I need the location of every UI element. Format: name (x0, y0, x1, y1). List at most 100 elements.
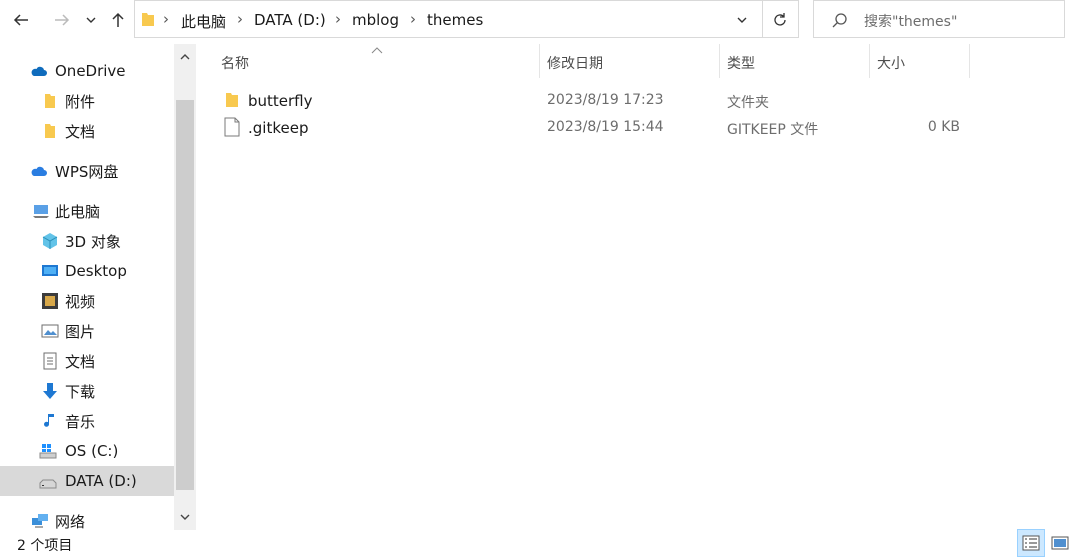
address-dropdown-button[interactable] (729, 7, 755, 33)
search-box[interactable]: 搜索"themes" (813, 0, 1065, 38)
video-icon (42, 293, 58, 309)
chevron-right-icon: › (335, 10, 341, 28)
sidebar-item-label: DATA (D:) (65, 472, 137, 490)
sidebar-item-data-drive[interactable]: DATA (D:) (0, 466, 174, 496)
sidebar-item-network[interactable]: 网络 (0, 507, 174, 535)
details-view-icon (1022, 535, 1040, 551)
sidebar-item-desktop[interactable]: Desktop (0, 257, 174, 285)
up-button[interactable] (105, 6, 131, 34)
column-header-name[interactable]: 名称 (221, 53, 249, 73)
sidebar-item-os-drive[interactable]: OS (C:) (0, 437, 174, 465)
refresh-icon (774, 13, 786, 26)
sidebar-item-label: WPS网盘 (55, 162, 119, 181)
file-modified: 2023/8/19 17:23 (547, 92, 664, 108)
address-bar[interactable]: › 此电脑 › DATA (D:) › mblog › themes (134, 0, 799, 38)
file-modified: 2023/8/19 15:44 (547, 119, 664, 135)
network-icon (32, 514, 48, 528)
breadcrumb-themes[interactable]: themes (427, 11, 483, 29)
column-divider[interactable] (869, 44, 870, 78)
chevron-up-icon (180, 54, 190, 60)
column-header-type[interactable]: 类型 (727, 53, 755, 73)
chevron-down-icon (180, 514, 190, 520)
sidebar-item-attachments[interactable]: 附件 (0, 87, 174, 115)
cloud-icon (31, 66, 47, 76)
file-name: butterfly (248, 92, 313, 110)
arrow-left-icon (13, 14, 28, 26)
chevron-right-icon: › (410, 10, 416, 28)
sidebar-item-label: OneDrive (55, 62, 126, 80)
sidebar-item-label: 文档 (65, 352, 96, 371)
large-icons-view-icon (1051, 536, 1069, 550)
status-item-count: 2 个项目 (17, 538, 73, 554)
scroll-up-button[interactable] (176, 46, 194, 68)
forward-button[interactable] (49, 6, 75, 34)
chevron-right-icon: › (163, 10, 169, 28)
sort-ascending-indicator (371, 42, 383, 58)
column-divider[interactable] (539, 44, 540, 78)
file-size: 0 KB (927, 119, 960, 135)
column-divider[interactable] (719, 44, 720, 78)
sidebar-item-label: 附件 (65, 92, 96, 111)
scrollbar-thumb[interactable] (176, 100, 194, 490)
refresh-button[interactable] (767, 7, 793, 33)
folder-icon (45, 94, 55, 108)
file-type: GITKEEP 文件 (727, 122, 819, 138)
picture-icon (41, 324, 59, 338)
sidebar-item-wps-drive[interactable]: WPS网盘 (0, 157, 174, 185)
sidebar-item-documents[interactable]: 文档 (0, 347, 174, 375)
chevron-right-icon: › (237, 10, 243, 28)
arrow-up-icon (112, 12, 124, 27)
file-name: .gitkeep (248, 119, 309, 137)
breadcrumb-data-drive[interactable]: DATA (D:) (254, 11, 326, 29)
sidebar-item-pictures[interactable]: 图片 (0, 317, 174, 345)
column-header-modified[interactable]: 修改日期 (547, 53, 603, 73)
arrow-right-icon (55, 14, 70, 26)
sidebar-item-videos[interactable]: 视频 (0, 287, 174, 315)
sidebar-item-label: 图片 (65, 322, 96, 341)
folder-icon (142, 13, 154, 26)
computer-icon (33, 205, 49, 218)
chevron-down-icon (737, 17, 747, 23)
file-row-butterfly[interactable]: butterfly 2023/8/19 17:23 文件夹 (214, 87, 970, 113)
music-icon (44, 414, 54, 427)
search-placeholder: 搜索"themes" (864, 14, 958, 30)
sidebar-item-label: 视频 (65, 292, 96, 311)
details-view-button[interactable] (1017, 529, 1045, 557)
sidebar-item-this-pc[interactable]: 此电脑 (0, 197, 174, 225)
back-button[interactable] (8, 6, 34, 34)
cube-icon (42, 233, 58, 249)
folder-icon (226, 93, 238, 107)
cloud-icon (31, 166, 47, 176)
search-icon (832, 13, 847, 28)
sidebar-item-documents-onedrive[interactable]: 文档 (0, 117, 174, 145)
sidebar-item-3d-objects[interactable]: 3D 对象 (0, 227, 174, 255)
sidebar-item-label: 3D 对象 (65, 232, 121, 251)
windows-drive-icon (39, 444, 57, 459)
sidebar-item-label: 音乐 (65, 412, 96, 431)
file-row-gitkeep[interactable]: .gitkeep 2023/8/19 15:44 GITKEEP 文件 0 KB (214, 114, 970, 140)
download-icon (43, 383, 57, 399)
drive-icon (39, 479, 57, 489)
sidebar-item-label: Desktop (65, 262, 127, 280)
scroll-down-button[interactable] (176, 506, 194, 528)
column-header-size[interactable]: 大小 (877, 53, 905, 73)
sidebar-item-label: 此电脑 (55, 202, 101, 221)
sidebar-item-onedrive[interactable]: OneDrive (0, 57, 174, 85)
sidebar-item-label: 文档 (65, 122, 96, 141)
folder-icon (45, 124, 55, 138)
file-type: 文件夹 (727, 95, 769, 111)
document-icon (43, 352, 57, 370)
file-icon (224, 117, 240, 137)
desktop-icon (42, 265, 58, 276)
recent-locations-button[interactable] (80, 6, 102, 34)
breadcrumb-this-pc[interactable]: 此电脑 (181, 11, 226, 32)
sidebar-item-label: OS (C:) (65, 442, 119, 460)
column-divider[interactable] (969, 44, 970, 78)
sidebar-item-label: 网络 (55, 512, 86, 531)
sidebar-item-music[interactable]: 音乐 (0, 407, 174, 435)
large-icons-view-button[interactable] (1046, 529, 1074, 557)
sidebar-item-label: 下载 (65, 382, 96, 401)
chevron-down-icon (86, 17, 96, 23)
sidebar-item-downloads[interactable]: 下载 (0, 377, 174, 405)
breadcrumb-mblog[interactable]: mblog (352, 11, 399, 29)
